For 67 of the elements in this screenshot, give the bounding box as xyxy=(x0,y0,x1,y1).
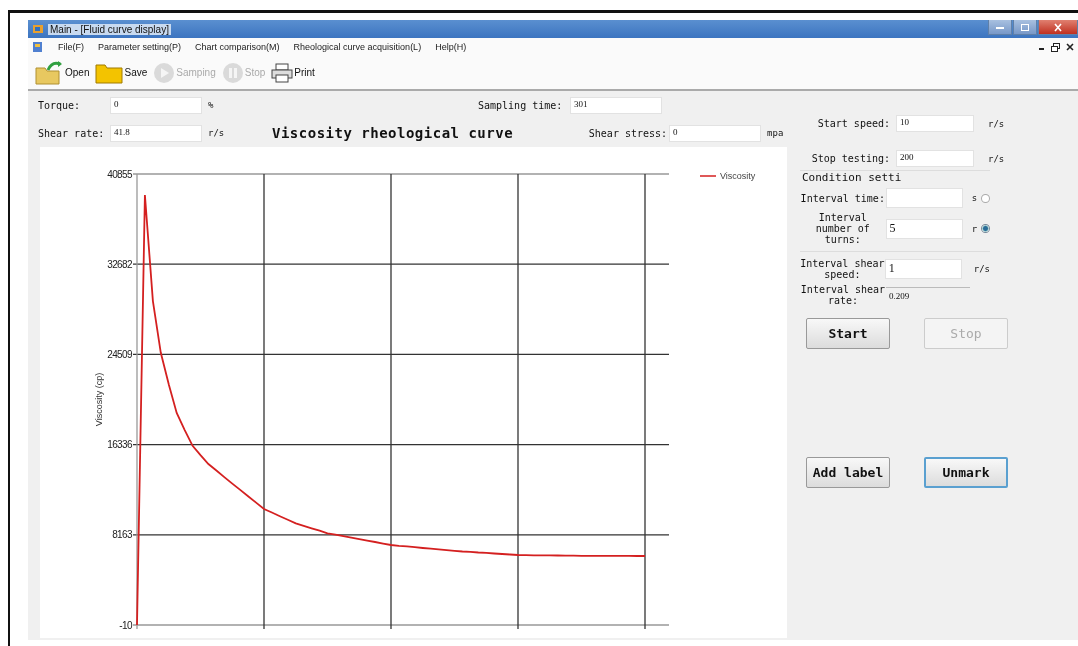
shear-stress-field[interactable]: 0 xyxy=(669,124,762,142)
unit-label: r/s xyxy=(987,118,1005,129)
menu-item[interactable]: Parameter setting(P) xyxy=(98,42,182,52)
interval-shear-rate-value: 0.209 xyxy=(886,286,970,304)
minimize-icon xyxy=(995,24,1005,30)
tick-label: 8163 xyxy=(112,529,132,541)
axis-title: Viscosity (cp) xyxy=(94,372,104,427)
torque-field[interactable]: 0 xyxy=(110,96,202,114)
shear-rate-field[interactable]: 41.8 xyxy=(110,124,202,142)
app-icon xyxy=(32,23,44,35)
shear-stress-label: Shear stress: xyxy=(587,127,669,139)
tick-label: 40855 xyxy=(107,168,132,180)
sampling-time-field[interactable]: 301 xyxy=(570,96,662,114)
run-button[interactable]: Start xyxy=(806,318,890,349)
unit-label: r/s xyxy=(987,153,1005,164)
pause-icon xyxy=(221,61,244,84)
tick-label: 16336 xyxy=(107,439,132,451)
tick-label: -10 xyxy=(119,619,132,631)
toolbar-button[interactable]: Save xyxy=(93,61,150,84)
maximize-button[interactable] xyxy=(1013,20,1037,35)
unit-label: r/s xyxy=(972,264,990,274)
play-icon xyxy=(153,61,176,84)
radio-button[interactable] xyxy=(981,193,990,203)
printer-icon xyxy=(271,62,294,83)
chart-title: Viscosity rheological curve xyxy=(272,125,514,141)
close-button[interactable] xyxy=(1038,20,1078,35)
unit-label: r xyxy=(970,223,979,234)
unit-label: r/s xyxy=(207,128,226,138)
window-title: Main - [Fluid curve display] xyxy=(48,23,171,35)
menu-item[interactable]: File(F) xyxy=(58,42,84,52)
folder-arrow-icon xyxy=(34,59,64,86)
unit-label: s xyxy=(970,193,979,203)
folder-icon xyxy=(95,61,124,84)
menu-item[interactable]: Chart comparison(M) xyxy=(195,42,280,52)
stop-testing-label: Stop testing: xyxy=(810,153,891,164)
mark-button[interactable]: Add label xyxy=(806,457,890,488)
close-icon[interactable] xyxy=(1066,43,1074,51)
menu-item[interactable]: Rheological curve acquisition(L) xyxy=(293,42,422,52)
torque-label: Torque: xyxy=(37,99,82,111)
maximize-icon xyxy=(1020,22,1030,32)
shear-rate-label: Shear rate: xyxy=(37,127,106,139)
restore-icon[interactable] xyxy=(1051,42,1060,52)
tick-label: 32682 xyxy=(107,258,132,270)
unit-label: mpa xyxy=(766,128,785,138)
interval-shear-speed-label: Interval shear speed: xyxy=(800,258,885,280)
toolbar-button[interactable]: Open xyxy=(32,59,92,86)
legend-label: Viscosity xyxy=(720,171,756,181)
toolbar-button[interactable]: Print xyxy=(269,62,317,83)
start-speed-field[interactable]: 10 xyxy=(896,115,974,132)
group-title: Condition setti xyxy=(801,171,902,184)
minimize-button[interactable] xyxy=(988,20,1012,35)
interval-field[interactable] xyxy=(885,188,964,208)
interval-label: Interval time: xyxy=(800,192,886,204)
stop-testing-field[interactable]: 200 xyxy=(896,150,974,167)
interval-shear-rate-label: Interval shear rate: xyxy=(800,284,886,306)
start-speed-label: Start speed: xyxy=(816,118,891,129)
tick-label: 24509 xyxy=(107,348,132,360)
interval-field[interactable]: 5 xyxy=(885,218,964,239)
document-icon xyxy=(32,41,44,53)
menu-item[interactable]: Help(H) xyxy=(435,42,467,52)
interval-label: Interval number of turns: xyxy=(814,212,871,245)
interval-shear-speed-field[interactable]: 1 xyxy=(884,259,962,279)
unit-label: % xyxy=(207,100,215,110)
radio-button[interactable] xyxy=(981,224,990,233)
mark-button[interactable]: Unmark xyxy=(924,457,1008,488)
sampling-time-label: Sampling time: xyxy=(478,99,564,111)
close-icon xyxy=(1053,22,1063,32)
